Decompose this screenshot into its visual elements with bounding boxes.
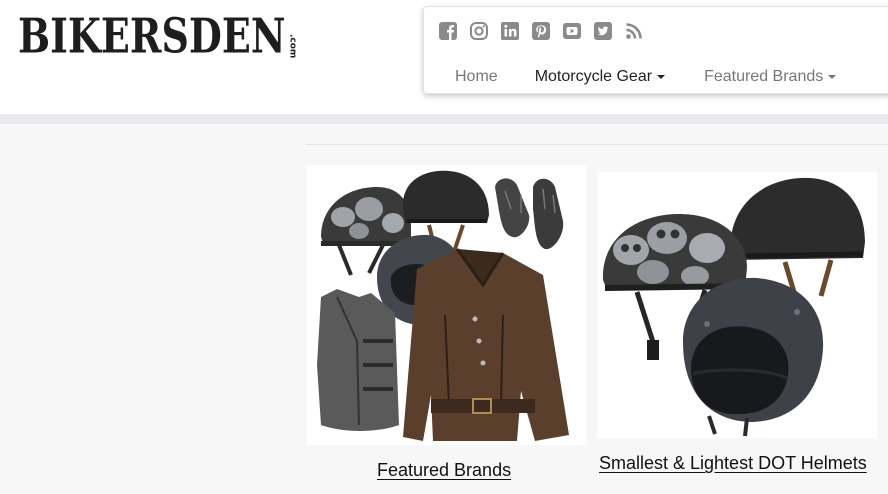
linkedin-icon[interactable]	[500, 21, 520, 41]
navigation-panel: Home Motorcycle Gear Featured Brands	[423, 6, 888, 94]
header-divider	[0, 114, 888, 124]
nav-motorcycle-gear[interactable]: Motorcycle Gear	[534, 65, 666, 89]
content-divider	[306, 144, 888, 145]
motorcycle-gear-collage-image	[317, 170, 569, 441]
nav-motorcycle-gear-label: Motorcycle Gear	[534, 68, 653, 85]
social-links	[438, 21, 644, 41]
dot-helmets-link[interactable]: Smallest & Lightest DOT Helmets	[599, 453, 867, 474]
dot-helmets-illustration	[602, 177, 865, 437]
logo-wordmark: BIKERSDEN	[18, 7, 286, 64]
dot-helmets-image[interactable]	[597, 172, 877, 438]
youtube-icon[interactable]	[562, 21, 582, 41]
caret-down-icon	[828, 74, 837, 79]
site-header: BIKERSDEN .com Home Motorcycle Gear Feat…	[0, 0, 888, 114]
main-menu: Home Motorcycle Gear Featured Brands	[424, 65, 837, 89]
pinterest-icon[interactable]	[531, 21, 551, 41]
facebook-icon[interactable]	[438, 21, 458, 41]
instagram-icon[interactable]	[469, 21, 489, 41]
twitter-icon[interactable]	[593, 21, 613, 41]
caret-down-icon	[657, 74, 666, 79]
site-logo[interactable]: BIKERSDEN .com	[18, 12, 298, 60]
featured-brands-link[interactable]: Featured Brands	[377, 460, 511, 481]
nav-featured-brands[interactable]: Featured Brands	[704, 65, 837, 89]
logo-tld: .com	[287, 33, 298, 58]
nav-featured-brands-label: Featured Brands	[704, 68, 824, 85]
featured-brands-image[interactable]	[307, 165, 587, 445]
nav-home-label: Home	[455, 68, 498, 85]
nav-home[interactable]: Home	[455, 65, 498, 89]
rss-icon[interactable]	[624, 21, 644, 41]
